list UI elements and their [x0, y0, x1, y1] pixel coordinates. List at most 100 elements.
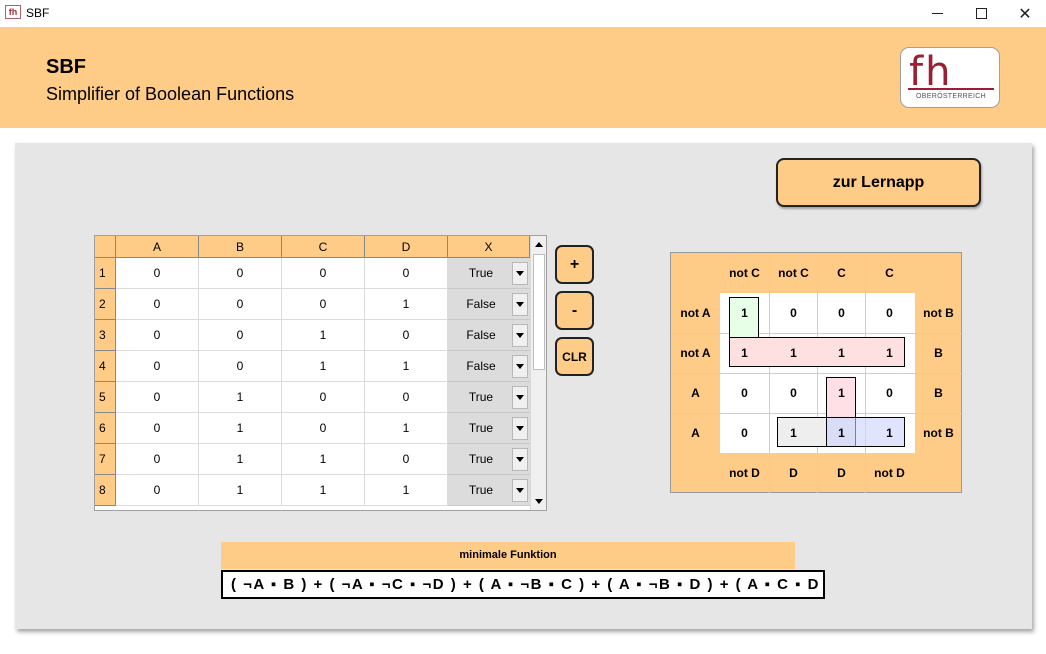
dropdown-button[interactable] [512, 355, 528, 378]
table-cell-b[interactable]: 1 [199, 413, 282, 444]
function-label: minimale Funktion [221, 542, 795, 569]
row-header[interactable]: 4 [95, 351, 116, 382]
table-cell-d[interactable]: 1 [365, 475, 448, 506]
column-header-b[interactable]: B [199, 236, 282, 258]
table-cell-a[interactable]: 0 [116, 320, 199, 351]
table-cell-c[interactable]: 0 [282, 413, 365, 444]
table-cell-b[interactable]: 1 [199, 444, 282, 475]
row-header[interactable]: 1 [95, 258, 116, 289]
x-value: True [468, 452, 494, 466]
table-cell-a[interactable]: 0 [116, 289, 199, 320]
x-value-select[interactable]: True [448, 258, 530, 289]
table-cell-a[interactable]: 0 [116, 413, 199, 444]
table-cell-c[interactable]: 1 [282, 320, 365, 351]
karnaugh-map: not C not D not C D C D Cnot D not A not B 1 0 0 0 no… [670, 252, 963, 493]
column-header-x[interactable]: X [448, 236, 530, 258]
add-row-button[interactable]: + [555, 245, 594, 284]
table-cell-b[interactable]: 0 [199, 289, 282, 320]
row-header[interactable]: 3 [95, 320, 116, 351]
table-cell-b[interactable]: 0 [199, 351, 282, 382]
column-header-d[interactable]: D [365, 236, 448, 258]
kmap-top-label: C [885, 266, 894, 280]
x-value: False [466, 297, 496, 311]
row-header[interactable]: 7 [95, 444, 116, 475]
dropdown-button[interactable] [512, 262, 528, 285]
table-cell-d[interactable]: 1 [365, 289, 448, 320]
arrow-up-icon [535, 242, 543, 247]
column-header-c[interactable]: C [282, 236, 365, 258]
scroll-thumb[interactable] [533, 254, 545, 370]
x-value-select[interactable]: True [448, 382, 530, 413]
table-cell-c[interactable]: 0 [282, 258, 365, 289]
row-header[interactable]: 5 [95, 382, 116, 413]
kmap-bottom-label: not D [729, 466, 760, 480]
row-header[interactable]: 2 [95, 289, 116, 320]
table-scrollbar[interactable] [530, 236, 546, 510]
dropdown-button[interactable] [512, 448, 528, 471]
x-value-select[interactable]: True [448, 413, 530, 444]
x-value-select[interactable]: True [448, 444, 530, 475]
table-cell-d[interactable]: 0 [365, 382, 448, 413]
close-button[interactable]: ✕ [1002, 0, 1046, 27]
chevron-down-icon [516, 395, 524, 400]
dropdown-button[interactable] [512, 324, 528, 347]
x-value: True [468, 483, 494, 497]
x-value-select[interactable]: False [448, 351, 530, 382]
kmap-cell: 0 [790, 306, 797, 320]
function-output: ( ¬A ▪ B ) + ( ¬A ▪ ¬C ▪ ¬D ) + ( A ▪ ¬B… [221, 570, 825, 599]
row-header[interactable]: 6 [95, 413, 116, 444]
table-cell-b[interactable]: 1 [199, 382, 282, 413]
kmap-cell: 1 [790, 426, 797, 440]
table-cell-a[interactable]: 0 [116, 382, 199, 413]
table-cell-d[interactable]: 0 [365, 320, 448, 351]
table-cell-b[interactable]: 0 [199, 320, 282, 351]
kmap-right-label: B [934, 346, 943, 360]
table-cell-a[interactable]: 0 [116, 258, 199, 289]
x-value-select[interactable]: False [448, 320, 530, 351]
chevron-down-icon [516, 488, 524, 493]
table-cell-a[interactable]: 0 [116, 351, 199, 382]
table-cell-a[interactable]: 0 [116, 475, 199, 506]
truth-table[interactable]: A B C D X 1 0 0 0 0 True 2 0 0 0 1 False 3 0 0 1 0 False 4… [94, 235, 547, 511]
clear-button[interactable]: CLR [555, 337, 594, 376]
minimize-button[interactable] [914, 0, 960, 27]
fh-logo: fh OBERÖSTERREICH [900, 47, 1000, 108]
dropdown-button[interactable] [512, 479, 528, 502]
table-cell-c[interactable]: 1 [282, 475, 365, 506]
chevron-down-icon [516, 426, 524, 431]
table-cell-c[interactable]: 1 [282, 444, 365, 475]
table-cell-c[interactable]: 0 [282, 289, 365, 320]
kmap-left-label: not A [680, 306, 711, 320]
kmap-cell: 1 [838, 426, 845, 440]
remove-row-button[interactable]: - [555, 291, 594, 330]
dropdown-button[interactable] [512, 293, 528, 316]
kmap-cell: 1 [790, 346, 797, 360]
dropdown-button[interactable] [512, 417, 528, 440]
scroll-down-button[interactable] [531, 493, 546, 510]
row-header[interactable]: 8 [95, 475, 116, 506]
lernapp-button[interactable]: zur Lernapp [776, 158, 981, 207]
table-cell-b[interactable]: 1 [199, 475, 282, 506]
maximize-button[interactable] [958, 0, 1004, 27]
chevron-down-icon [516, 333, 524, 338]
column-header-a[interactable]: A [116, 236, 199, 258]
table-cell-c[interactable]: 0 [282, 382, 365, 413]
kmap-cell: 1 [741, 306, 748, 320]
scroll-up-button[interactable] [531, 236, 546, 253]
table-cell-d[interactable]: 0 [365, 444, 448, 475]
kmap-left-label: A [691, 426, 700, 440]
table-cell-d[interactable]: 1 [365, 413, 448, 444]
table-cell-d[interactable]: 1 [365, 351, 448, 382]
kmap-cell: 1 [838, 386, 845, 400]
x-value: True [468, 266, 494, 280]
chevron-down-icon [516, 302, 524, 307]
kmap-cell: 1 [886, 346, 893, 360]
table-cell-d[interactable]: 0 [365, 258, 448, 289]
x-value-select[interactable]: True [448, 475, 530, 506]
table-cell-b[interactable]: 0 [199, 258, 282, 289]
table-cell-a[interactable]: 0 [116, 444, 199, 475]
dropdown-button[interactable] [512, 386, 528, 409]
kmap-top-label: not C [729, 266, 760, 280]
x-value-select[interactable]: False [448, 289, 530, 320]
table-cell-c[interactable]: 1 [282, 351, 365, 382]
